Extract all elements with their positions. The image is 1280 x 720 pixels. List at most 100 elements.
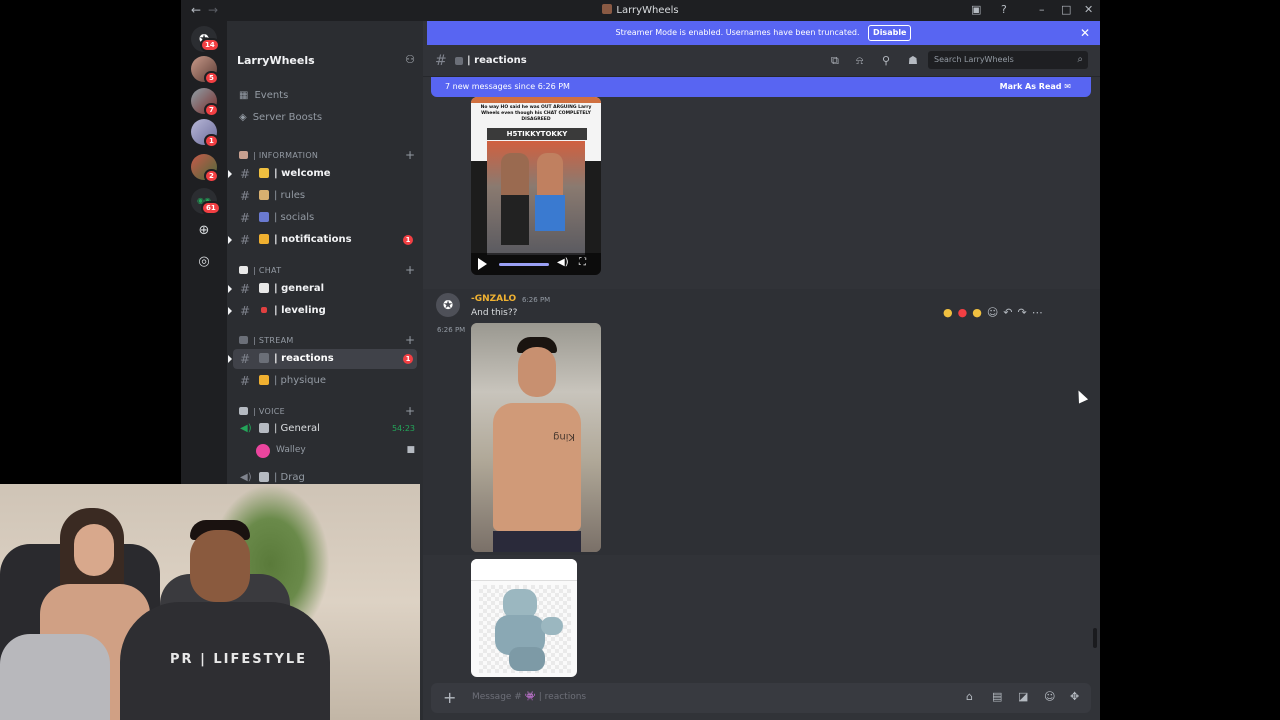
apps-icon[interactable]: ✥ <box>1070 690 1079 703</box>
emoji-icon[interactable]: ☺ <box>1044 690 1055 703</box>
invite-icon[interactable]: ⚇ <box>405 53 415 66</box>
hash-icon: # <box>240 352 251 366</box>
add-attachment-icon[interactable]: + <box>443 688 456 707</box>
streamer-mode-banner: Streamer Mode is enabled. Usernames have… <box>427 21 1100 45</box>
gift-icon[interactable]: ⌂ <box>966 690 973 703</box>
speaker-emoji-icon <box>259 423 269 433</box>
guild-badge: 14 <box>200 38 220 52</box>
window-title-text: LarryWheels <box>616 5 679 16</box>
guild-badge: 5 <box>204 71 219 85</box>
guild-badge: 7 <box>204 103 219 117</box>
maximize-icon[interactable]: □ <box>1061 3 1071 16</box>
add-channel-icon[interactable]: + <box>405 148 415 162</box>
minimize-icon[interactable]: – <box>1039 3 1045 16</box>
voice-user-name: Walley <box>276 445 306 455</box>
help-icon[interactable]: ? <box>1001 3 1007 16</box>
search-placeholder: Search LarryWheels <box>934 55 1014 64</box>
add-reaction-icon[interactable]: ☺ <box>987 306 998 319</box>
guild-badge: 1 <box>204 134 219 148</box>
user-avatar[interactable]: ✪ <box>436 293 460 317</box>
speaker-icon <box>239 407 248 415</box>
hash-icon: # <box>435 53 447 69</box>
channel-label: | leveling <box>274 305 326 316</box>
image-attachment[interactable]: King <box>471 323 601 552</box>
threads-icon[interactable]: ⧉ <box>831 54 839 68</box>
notification-bell-icon[interactable]: ⍾ <box>856 54 863 68</box>
message-composer[interactable]: + Message # 👾 | reactions ⌂ ▤ ◪ ☺ ✥ <box>431 683 1091 713</box>
forward-icon[interactable]: ↷ <box>1018 306 1027 319</box>
add-channel-icon[interactable]: + <box>405 404 415 418</box>
hundred-emoji-icon[interactable]: ● <box>958 306 968 319</box>
add-channel-icon[interactable]: + <box>405 263 415 277</box>
channel-welcome[interactable]: # | welcome <box>227 164 423 184</box>
hash-icon: # <box>240 282 251 296</box>
close-window-icon[interactable]: ✕ <box>1084 3 1093 16</box>
video-progress-bar[interactable] <box>499 263 549 266</box>
search-input[interactable]: Search LarryWheels ⌕ <box>928 51 1088 69</box>
boosts-row[interactable]: ◈ Server Boosts <box>239 112 322 123</box>
category-label: | INFORMATION <box>253 151 319 160</box>
channel-notifications[interactable]: # | notifications 1 <box>227 230 423 250</box>
video-attachment[interactable]: No way HO said he was OUT ARGUING Larry … <box>471 97 601 275</box>
pokemon-fist <box>541 617 563 635</box>
message-timestamp: 6:26 PM <box>522 296 551 304</box>
channel-label: | rules <box>274 190 306 201</box>
controller-emoji-icon <box>259 353 269 363</box>
message-author[interactable]: -GNZALO <box>471 294 516 304</box>
channel-socials[interactable]: # | socials <box>227 208 423 228</box>
reply-icon[interactable]: ↶ <box>1003 306 1012 319</box>
more-options-icon[interactable]: ⋯ <box>1032 306 1043 319</box>
category-chat[interactable]: | CHAT + <box>227 263 423 279</box>
channel-header: # | reactions ⧉ ⍾ ⚲ ☗ Search LarryWheels… <box>423 45 1100 77</box>
disable-streamer-button[interactable]: Disable <box>868 25 912 41</box>
bell-emoji-icon <box>259 234 269 244</box>
category-voice[interactable]: | VOICE + <box>227 404 423 420</box>
wave-emoji-icon <box>259 168 269 178</box>
laughing-emoji-icon[interactable]: ● <box>943 306 953 319</box>
pin-icon[interactable]: ⚲ <box>882 54 890 67</box>
woman-pants <box>0 634 110 720</box>
category-stream[interactable]: | STREAM + <box>227 333 423 349</box>
gif-icon[interactable]: ▤ <box>992 690 1002 703</box>
hash-icon: # <box>240 167 251 181</box>
explore-icon[interactable]: ◎ <box>196 254 212 270</box>
category-information[interactable]: | INFORMATION + <box>227 148 423 164</box>
member-list-icon[interactable]: ☗ <box>908 54 918 67</box>
channel-physique[interactable]: # | physique <box>227 371 423 391</box>
video-tag-text: H5TIKKYTOKKY <box>487 128 587 140</box>
sticker-icon[interactable]: ◪ <box>1018 690 1028 703</box>
channel-label: | Drag <box>274 472 305 483</box>
blue-shorts <box>535 195 565 231</box>
channel-label: | General <box>274 423 320 434</box>
add-channel-icon[interactable]: + <box>405 333 415 347</box>
scrollbar-thumb[interactable] <box>1093 628 1097 648</box>
new-messages-bar[interactable]: 7 new messages since 6:26 PM Mark As Rea… <box>431 77 1091 97</box>
mention-badge: 1 <box>403 354 413 364</box>
volume-icon[interactable]: ◀) <box>557 257 569 268</box>
server-header[interactable]: LarryWheels ⌄ ⚇ <box>227 45 423 75</box>
scroll-emoji-icon <box>259 190 269 200</box>
channel-leveling[interactable]: # | leveling <box>227 301 423 321</box>
smile-emoji-icon[interactable]: ● <box>972 306 982 319</box>
category-label: | VOICE <box>253 407 285 416</box>
voice-user-walley[interactable]: Walley ■ <box>227 441 423 461</box>
channel-general[interactable]: # | general <box>227 279 423 299</box>
channel-rules[interactable]: # | rules <box>227 186 423 206</box>
inbox-icon[interactable]: ▣ <box>971 3 981 16</box>
hash-icon: # <box>240 304 251 318</box>
channel-reactions[interactable]: # | reactions 1 <box>228 349 417 369</box>
close-banner-icon[interactable]: ✕ <box>1080 21 1090 45</box>
play-icon[interactable] <box>478 258 487 270</box>
window-title: LarryWheels <box>181 4 1100 16</box>
man-face <box>190 530 250 602</box>
voice-channel-general[interactable]: ◀) | General 54:23 <box>227 419 423 439</box>
woman-face <box>74 524 114 576</box>
add-server-icon[interactable]: ⊕ <box>196 223 212 239</box>
book-icon <box>239 151 248 159</box>
fullscreen-icon[interactable]: ⛶ <box>579 257 586 268</box>
image-attachment[interactable] <box>471 559 577 677</box>
server-icon <box>602 4 613 14</box>
mark-as-read-button[interactable]: Mark As Read ✉ <box>1000 77 1071 97</box>
guild-badge: 61 <box>201 201 221 215</box>
events-row[interactable]: ▦ Events <box>239 90 288 101</box>
